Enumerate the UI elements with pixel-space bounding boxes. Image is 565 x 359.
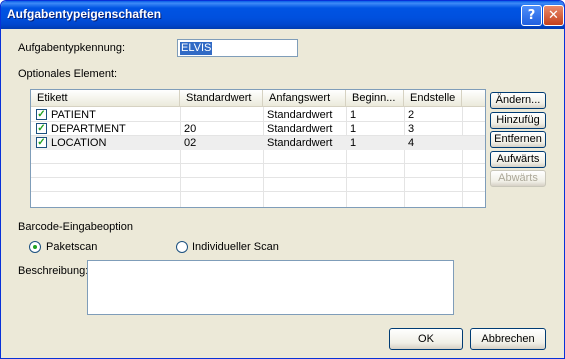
window-title: Aufgabentypeigenschaften — [7, 7, 162, 21]
grid-line — [31, 191, 485, 192]
edit-button[interactable]: Ändern... — [490, 92, 546, 109]
add-button[interactable]: Hinzufüg — [490, 112, 546, 129]
help-button[interactable]: ? — [521, 5, 542, 26]
cell-default: 02 — [184, 137, 197, 149]
row-checkbox[interactable]: ✓ — [36, 109, 47, 120]
radio-package-scan[interactable] — [29, 241, 41, 253]
barcode-option-label: Barcode-Eingabeoption — [18, 221, 133, 233]
radio-individual-scan[interactable] — [176, 241, 188, 253]
grid-line — [31, 177, 485, 178]
cell-initial: Standardwert — [267, 109, 333, 121]
cell-initial: Standardwert — [267, 137, 333, 149]
cell-end: 3 — [408, 123, 415, 135]
cell-end: 4 — [408, 137, 415, 149]
list-row[interactable]: ✓ DEPARTMENT 20 Standardwert 1 3 — [31, 122, 485, 136]
cancel-button[interactable]: Abbrechen — [470, 328, 546, 350]
column-header-label[interactable]: Etikett — [31, 90, 180, 107]
list-header: Etikett Standardwert Anfangswert Beginn.… — [31, 90, 485, 107]
radio-selected-dot — [33, 245, 37, 249]
cell-default — [182, 108, 262, 122]
remove-button[interactable]: Entfernen — [490, 131, 546, 148]
grid-line — [31, 163, 485, 164]
cell-start: 1 — [350, 123, 357, 135]
optional-element-list[interactable]: Etikett Standardwert Anfangswert Beginn.… — [30, 89, 486, 208]
description-label: Beschreibung: — [18, 265, 89, 277]
column-header-filler — [462, 90, 485, 107]
cell-initial: Standardwert — [267, 123, 333, 135]
task-type-id-value: ELVIS — [180, 42, 213, 55]
title-bar[interactable]: Aufgabentypeigenschaften ? ✕ — [1, 1, 564, 29]
task-type-properties-dialog: Aufgabentypeigenschaften ? ✕ Aufgabentyp… — [0, 0, 565, 359]
cell-label: PATIENT — [51, 109, 96, 121]
row-checkbox[interactable]: ✓ — [36, 137, 47, 148]
cell-label: LOCATION — [51, 137, 107, 149]
description-input[interactable] — [87, 260, 454, 315]
task-type-id-label: Aufgabentypkennung: — [18, 42, 126, 54]
cell-end: 2 — [408, 109, 415, 121]
row-checkbox[interactable]: ✓ — [36, 123, 47, 134]
task-type-id-input[interactable]: ELVIS — [177, 39, 298, 57]
radio-individual-scan-label[interactable]: Individueller Scan — [192, 241, 279, 253]
move-up-button[interactable]: Aufwärts — [490, 151, 546, 168]
column-header-default[interactable]: Standardwert — [180, 90, 263, 107]
move-down-button[interactable]: Abwärts — [490, 170, 546, 187]
ok-button[interactable]: OK — [389, 328, 463, 350]
close-button[interactable]: ✕ — [543, 5, 564, 26]
column-header-end[interactable]: Endstelle — [404, 90, 462, 107]
cell-start: 1 — [350, 137, 357, 149]
cell-label: DEPARTMENT — [51, 123, 126, 135]
column-header-start[interactable]: Beginn... — [346, 90, 404, 107]
list-row[interactable]: ✓ LOCATION 02 Standardwert 1 4 — [31, 136, 485, 150]
cell-default: 20 — [184, 123, 197, 135]
cell-start: 1 — [350, 109, 357, 121]
column-header-initial[interactable]: Anfangswert — [263, 90, 346, 107]
optional-element-label: Optionales Element: — [18, 68, 118, 80]
list-row[interactable]: ✓ PATIENT Standardwert 1 2 — [31, 108, 485, 122]
radio-package-scan-label[interactable]: Paketscan — [46, 241, 97, 253]
